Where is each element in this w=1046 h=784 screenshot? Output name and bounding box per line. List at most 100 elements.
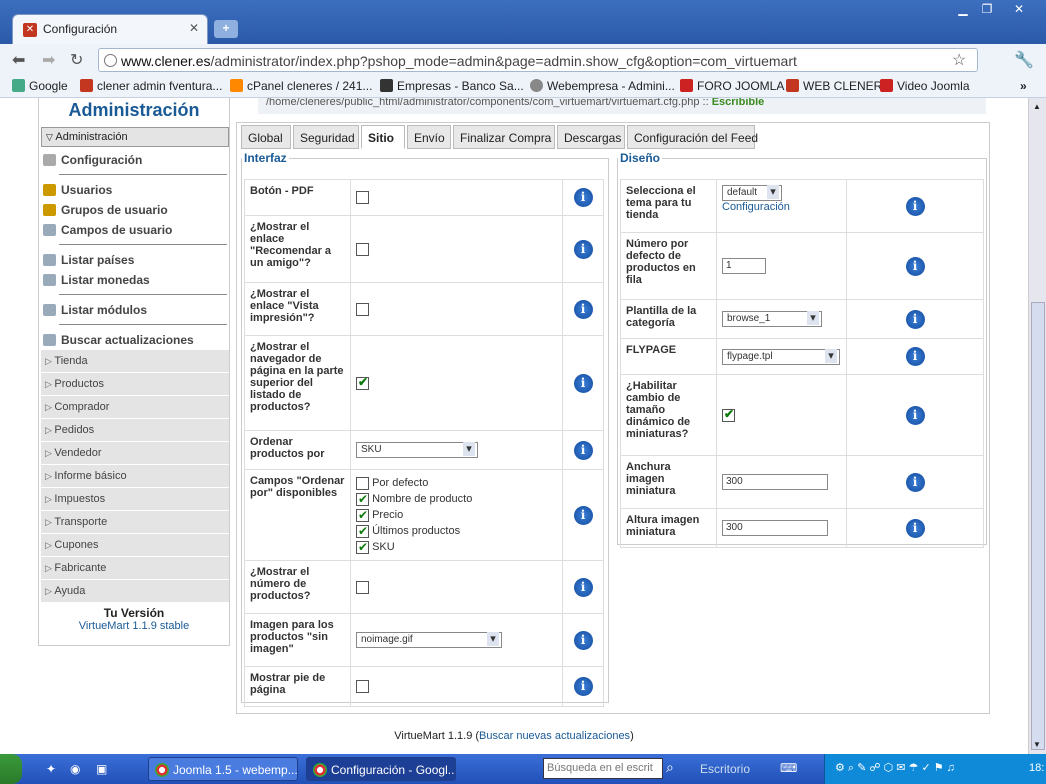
info-icon[interactable]: i (573, 440, 593, 460)
bookmark-item[interactable]: Webempresa - Admini... (530, 79, 675, 93)
sidebar-group-vendedor[interactable]: Vendedor (41, 442, 229, 465)
info-icon[interactable]: i (905, 518, 925, 538)
theme-config-link[interactable]: Configuración (722, 201, 790, 213)
height-input[interactable]: 300 (722, 520, 828, 536)
sidebar-group-transporte[interactable]: Transporte (41, 511, 229, 534)
info-icon[interactable]: i (905, 196, 925, 216)
bookmark-item[interactable]: cPanel cleneres / 241... (230, 79, 372, 93)
tab-finalizar-compra[interactable]: Finalizar Compra (453, 125, 555, 149)
scroll-thumb[interactable] (1031, 302, 1045, 750)
pdf-checkbox[interactable] (356, 191, 369, 204)
sidebar-item-paises[interactable]: Listar países (39, 250, 229, 270)
tab-global[interactable]: Global (241, 125, 291, 149)
info-icon[interactable]: i (573, 373, 593, 393)
chrome-quicklaunch-icon[interactable]: ◉ (70, 762, 80, 776)
bookmark-item[interactable]: Empresas - Banco Sa... (380, 79, 524, 93)
start-button[interactable] (0, 754, 22, 784)
desktop-search-input[interactable]: Búsqueda en el escrit (543, 758, 663, 779)
noimage-select[interactable]: noimage.gif (356, 632, 502, 648)
order-select[interactable]: SKU (356, 442, 478, 458)
bookmark-item[interactable]: Video Joomla (880, 79, 970, 93)
keyboard-icon[interactable]: ⌨ (780, 761, 797, 775)
tab-feed[interactable]: Configuración del Feed (627, 125, 758, 149)
tray-icons[interactable]: ⚙ ⌕ ✎ ☍ ⬡ ✉ ☂ ✓ ⚑ ♫ (835, 761, 955, 775)
info-icon[interactable]: i (905, 347, 925, 366)
desktop-toolbar[interactable]: Escritorio (700, 762, 750, 776)
info-icon[interactable]: i (573, 577, 593, 597)
tab-envio[interactable]: Envío (407, 125, 451, 149)
minimize-icon[interactable]: ▁ (952, 2, 974, 18)
star-icon[interactable]: ☆ (952, 50, 966, 70)
sidebar-group-comprador[interactable]: Comprador (41, 396, 229, 419)
sidebar-item-modulos[interactable]: Listar módulos (39, 300, 229, 320)
info-icon[interactable]: i (905, 405, 925, 425)
new-tab-button[interactable]: + (214, 20, 238, 38)
sidebar-group-tienda[interactable]: Tienda (41, 350, 229, 373)
info-icon[interactable]: i (905, 309, 925, 329)
sidebar-group-fabricante[interactable]: Fabricante (41, 557, 229, 580)
explorer-quicklaunch-icon[interactable]: ▣ (96, 762, 107, 776)
sidebar-item-administracion[interactable]: ▽ Administración (41, 127, 229, 147)
bookmark-item[interactable]: WEB CLENER (786, 79, 882, 93)
sidebar-item-campos[interactable]: Campos de usuario (39, 220, 229, 240)
dynamic-checkbox[interactable] (722, 407, 735, 422)
per-row-input[interactable]: 1 (722, 258, 766, 274)
category-select[interactable]: browse_1 (722, 311, 822, 327)
close-tab-icon[interactable]: ✕ (189, 21, 199, 35)
option-latest[interactable]: Últimos productos (356, 523, 557, 539)
bookmark-item[interactable]: clener admin fventura... (80, 79, 222, 93)
print-checkbox[interactable] (356, 302, 369, 316)
sidebar-item-grupos[interactable]: Grupos de usuario (39, 200, 229, 220)
tab-sitio[interactable]: Sitio (361, 125, 405, 149)
info-icon[interactable]: i (905, 256, 925, 276)
option-default[interactable]: Por defecto (356, 475, 557, 491)
info-icon[interactable]: i (573, 188, 593, 207)
maximize-icon[interactable]: ❐ (976, 2, 998, 18)
reload-icon[interactable]: ↻ (70, 50, 83, 70)
theme-select[interactable]: default (722, 185, 782, 201)
browser-tab[interactable]: ✕ Configuración ✕ (12, 14, 208, 44)
scroll-up-icon[interactable]: ▲ (1033, 102, 1041, 111)
bookmark-item[interactable]: FORO JOOMLA (680, 79, 784, 93)
sidebar-group-productos[interactable]: Productos (41, 373, 229, 396)
close-window-icon[interactable]: ✕ (1008, 2, 1030, 18)
sidebar-item-actualizaciones[interactable]: Buscar actualizaciones (39, 330, 229, 350)
sidebar-group-informe[interactable]: Informe básico (41, 465, 229, 488)
bookmark-item[interactable]: Google (12, 79, 68, 93)
tab-seguridad[interactable]: Seguridad (293, 125, 359, 149)
task-configuracion[interactable]: Configuración - Googl... (306, 757, 456, 781)
search-icon[interactable]: ⌕ (666, 759, 674, 776)
scroll-down-icon[interactable]: ▼ (1033, 740, 1041, 749)
flypage-select[interactable]: flypage.tpl (722, 348, 840, 365)
quicklaunch-icon[interactable]: ✦ (46, 762, 56, 776)
info-icon[interactable]: i (573, 239, 593, 259)
sidebar-group-impuestos[interactable]: Impuestos (41, 488, 229, 511)
tab-descargas[interactable]: Descargas (557, 125, 625, 149)
info-icon[interactable]: i (573, 505, 593, 525)
info-icon[interactable]: i (573, 299, 593, 319)
info-icon[interactable]: i (573, 677, 593, 696)
recommend-checkbox[interactable] (356, 242, 369, 256)
option-name[interactable]: Nombre de producto (356, 491, 557, 507)
option-sku[interactable]: SKU (356, 539, 557, 555)
info-icon[interactable]: i (905, 472, 925, 492)
back-icon[interactable]: ⬅ (12, 50, 25, 70)
sidebar-group-ayuda[interactable]: Ayuda (41, 580, 229, 603)
sidebar-item-monedas[interactable]: Listar monedas (39, 270, 229, 290)
footer-checkbox[interactable] (356, 680, 369, 693)
address-bar[interactable]: www.clener.es/administrator/index.php?ps… (98, 48, 978, 72)
wrench-icon[interactable]: 🔧 (1014, 50, 1034, 70)
sidebar-group-pedidos[interactable]: Pedidos (41, 419, 229, 442)
info-icon[interactable]: i (573, 630, 593, 650)
forward-icon[interactable]: ➡ (42, 50, 55, 70)
width-input[interactable]: 300 (722, 474, 828, 490)
update-link[interactable]: Buscar nuevas actualizaciones (479, 730, 630, 742)
sidebar-item-usuarios[interactable]: Usuarios (39, 180, 229, 200)
task-joomla[interactable]: Joomla 1.5 - webemp... (148, 757, 298, 781)
option-price[interactable]: Precio (356, 507, 557, 523)
sidebar-item-configuracion[interactable]: Configuración (39, 150, 229, 170)
count-checkbox[interactable] (356, 580, 369, 594)
sidebar-group-cupones[interactable]: Cupones (41, 534, 229, 557)
navigator-checkbox[interactable] (356, 375, 369, 390)
more-bookmarks-icon[interactable]: » (1020, 79, 1027, 93)
